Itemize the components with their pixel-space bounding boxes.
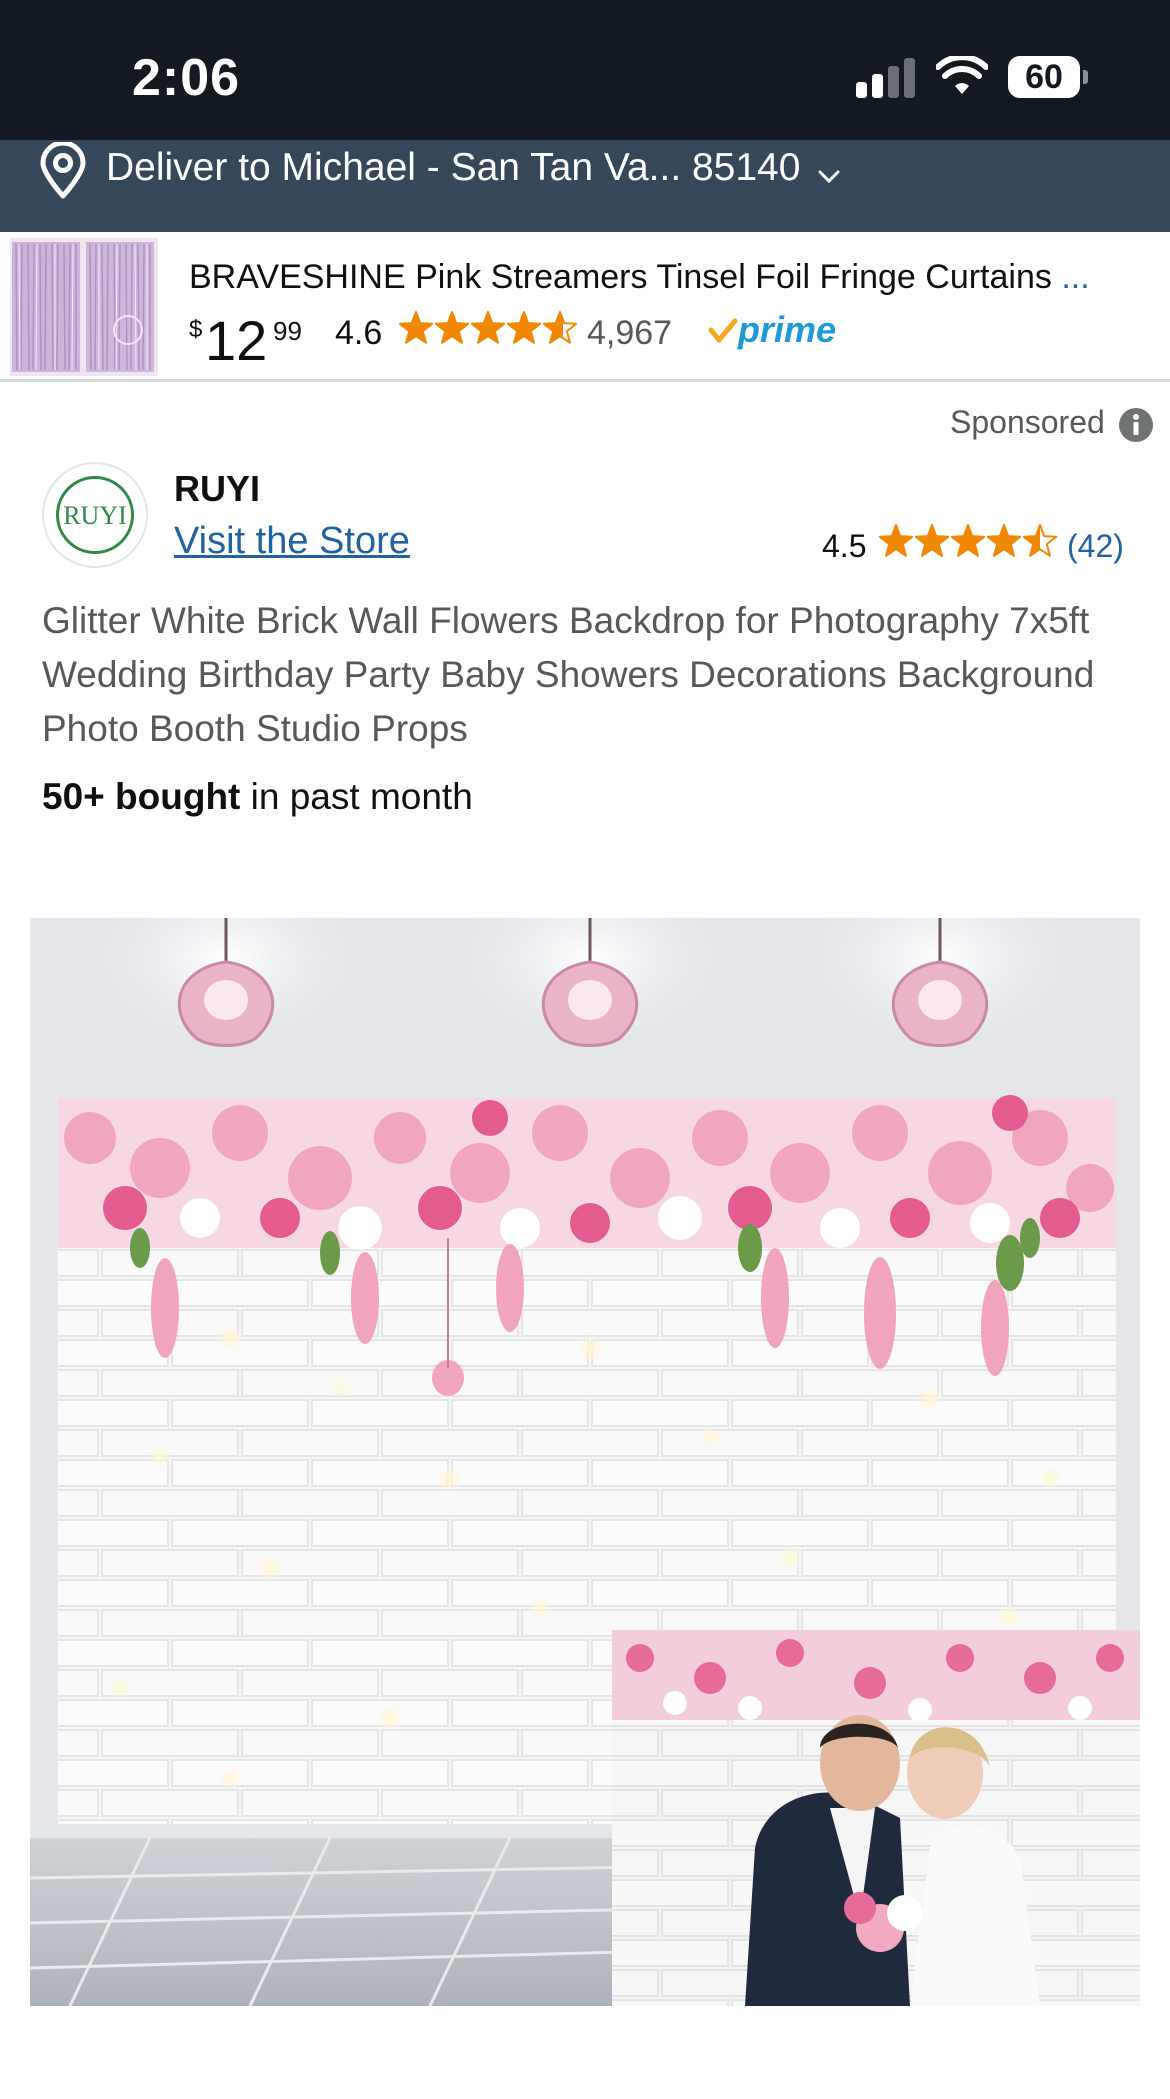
- banner-title-ellipsis: ...: [1061, 258, 1090, 296]
- price-whole: 12: [205, 309, 268, 372]
- info-icon[interactable]: [1118, 407, 1154, 443]
- pink-tinsel-curtain-thumbnail[interactable]: [10, 238, 158, 376]
- status-bar: 2:06 60: [0, 0, 1170, 140]
- inset-wedding-photo: [612, 1630, 1140, 2006]
- bought-period: in past month: [240, 776, 473, 817]
- bought-count: 50+ bought: [42, 776, 241, 817]
- white-brick-wall-floral-backdrop-photo[interactable]: [30, 918, 1140, 2006]
- visit-store-link[interactable]: Visit the Store: [174, 520, 410, 563]
- product-star-rating[interactable]: [878, 524, 1058, 560]
- star-icon: [986, 524, 1022, 557]
- location-pin-icon: [40, 142, 86, 199]
- banner-review-count[interactable]: 4,967: [587, 314, 672, 353]
- banner-rating-value: 4.6: [335, 314, 383, 352]
- prime-badge: prime: [738, 309, 837, 350]
- battery-icon: 60: [1008, 56, 1088, 98]
- prime-check-icon: [708, 318, 738, 343]
- battery-level: 60: [1025, 58, 1063, 96]
- sticky-product-banner[interactable]: BRAVESHINE Pink Streamers Tinsel Foil Fr…: [0, 232, 1170, 382]
- star-icon: [878, 524, 914, 557]
- sponsored-label: Sponsored: [950, 404, 1105, 440]
- bought-in-past-month: 50+ bought in past month: [42, 776, 473, 818]
- banner-product-title[interactable]: BRAVESHINE Pink Streamers Tinsel Foil Fr…: [189, 258, 1159, 297]
- banner-star-rating[interactable]: [398, 311, 578, 347]
- chevron-down-icon[interactable]: [818, 170, 840, 184]
- store-logo[interactable]: RUYI: [42, 462, 148, 568]
- product-title[interactable]: Glitter White Brick Wall Flowers Backdro…: [42, 594, 1142, 756]
- wifi-icon: [936, 56, 988, 94]
- star-icon: [1022, 524, 1058, 557]
- star-icon: [950, 524, 986, 557]
- store-logo-text: RUYI: [63, 501, 127, 530]
- status-time: 2:06: [132, 49, 241, 107]
- store-name: RUYI: [174, 468, 261, 509]
- star-icon: [398, 311, 434, 344]
- price-currency: $: [189, 316, 203, 343]
- cellular-signal-icon: [856, 58, 916, 98]
- product-rating-value: 4.5: [822, 528, 867, 564]
- product-review-count[interactable]: (42): [1067, 528, 1124, 565]
- star-icon: [470, 311, 506, 344]
- star-icon: [914, 524, 950, 557]
- star-icon: [434, 311, 470, 344]
- star-icon: [506, 311, 542, 344]
- star-icon: [542, 311, 578, 344]
- deliver-to-address[interactable]: Deliver to Michael - San Tan Va... 85140: [106, 146, 800, 190]
- price-fraction: 99: [273, 316, 302, 346]
